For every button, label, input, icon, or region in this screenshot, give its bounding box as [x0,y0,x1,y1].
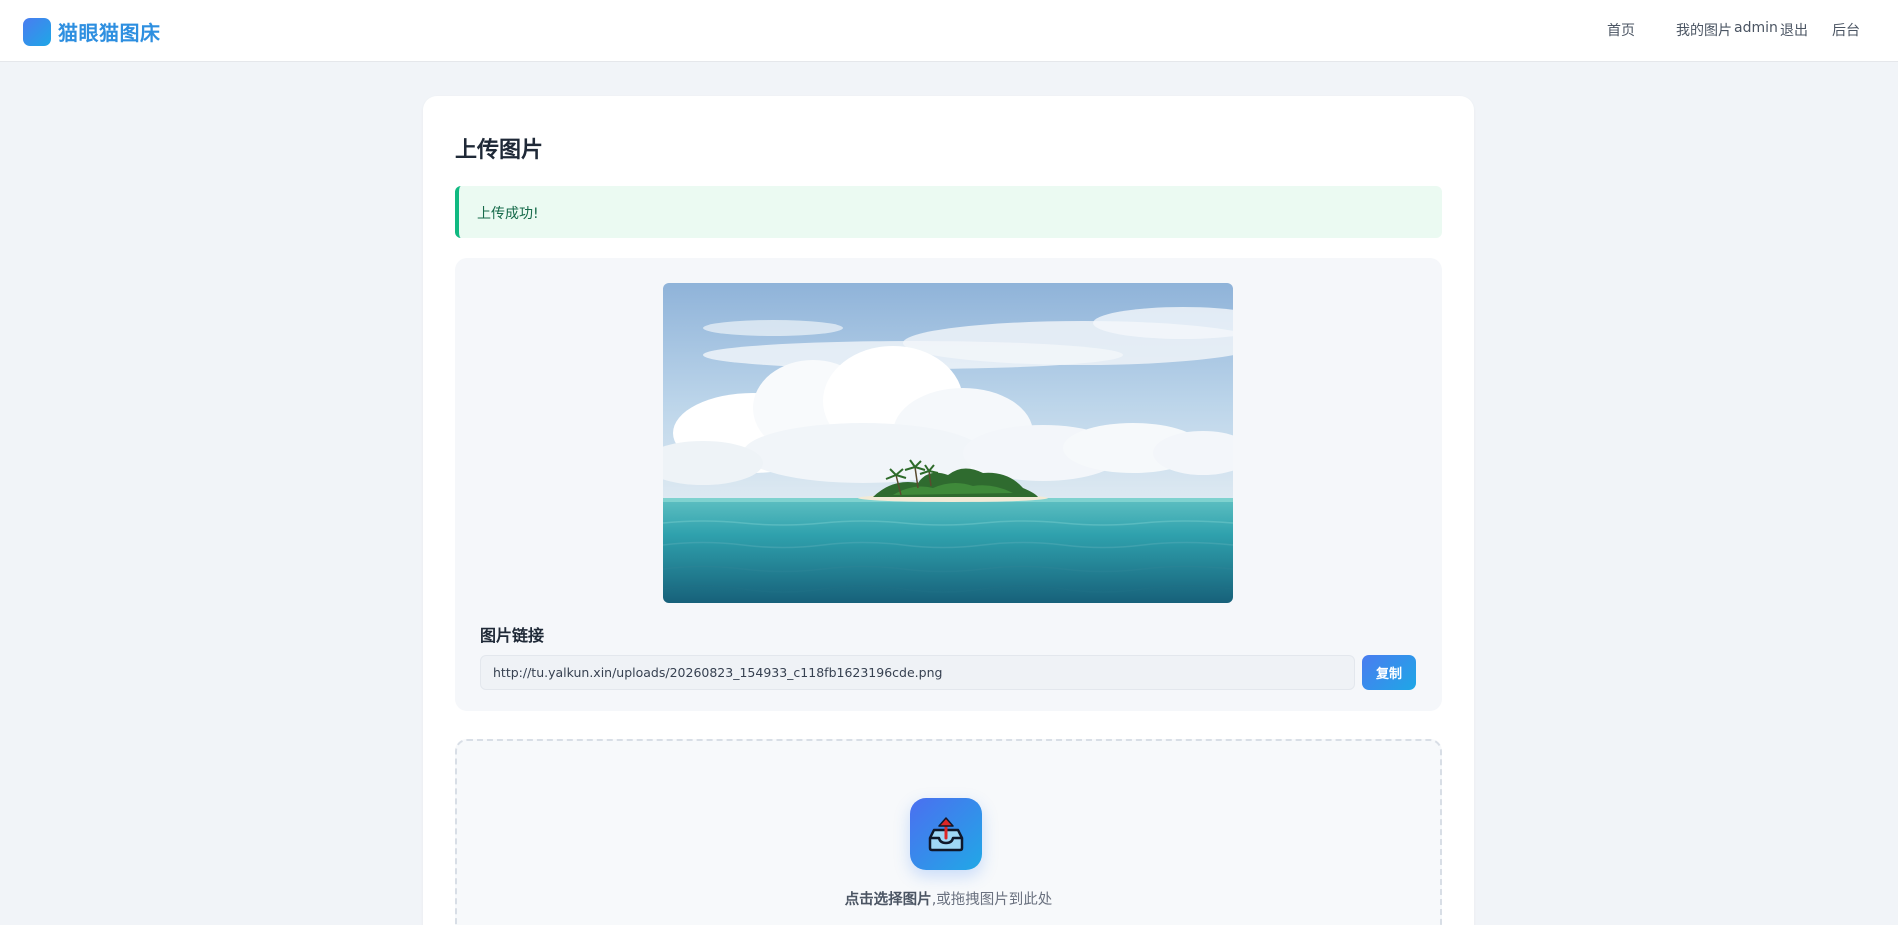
brand[interactable]: 猫眼猫图床 [23,17,161,46]
page-title: 上传图片 [455,138,544,163]
upload-tray-icon [910,798,982,870]
image-link-label: 图片链接 [480,626,545,645]
success-message: 上传成功! [477,206,539,222]
upload-card: 上传图片 上传成功! 图片链接 http://tu.yalkun.xin/upl… [423,96,1474,925]
success-alert: 上传成功! [455,186,1442,238]
image-link-input[interactable] [480,655,1355,690]
brand-logo-icon [23,17,51,46]
upload-dropzone[interactable]: 点击选择图片,或拖拽图片到此处 [455,739,1442,925]
nav-admin[interactable]: 后台 [1832,20,1860,40]
top-navbar: 猫眼猫图床 首页 我的图片 admin 退出 后台 [0,0,1898,62]
dropzone-text-rest: ,或拖拽图片到此处 [931,892,1053,908]
nav-my-images[interactable]: 我的图片 [1676,20,1732,40]
nav-home[interactable]: 首页 [1607,20,1635,40]
dropzone-text: 点击选择图片,或拖拽图片到此处 [457,888,1440,909]
upload-result-panel: 图片链接 复制 [455,258,1442,711]
dropzone-text-bold: 点击选择图片 [844,892,932,908]
nav-logout[interactable]: 退出 [1780,20,1808,40]
image-preview[interactable] [663,283,1233,603]
nav-user[interactable]: admin [1734,20,1778,36]
preview-image [663,283,1233,603]
copy-link-button[interactable]: 复制 [1362,655,1416,690]
brand-name: 猫眼猫图床 [58,21,161,45]
